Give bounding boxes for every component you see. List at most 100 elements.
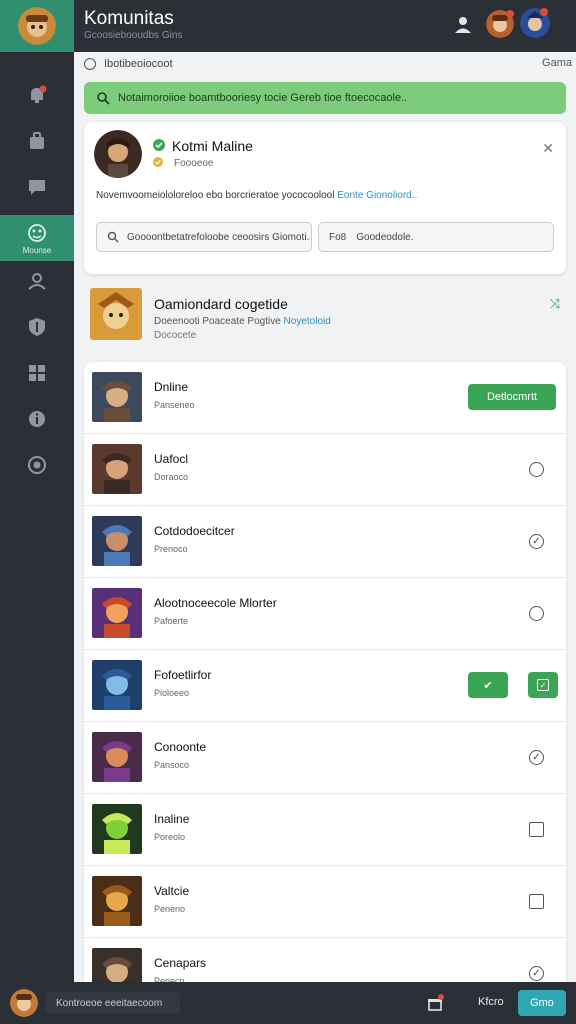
sidebar-item-profile[interactable] [0, 258, 74, 304]
member-avatar [92, 660, 142, 710]
profile-name: Kotmi Maline [172, 138, 253, 154]
message-input-text: Kontroeoe eeeitaecoom [56, 997, 163, 1009]
featured-avatar [90, 288, 142, 340]
checkbox[interactable] [529, 822, 544, 837]
list-item[interactable]: Alootnoceecole Mlorter Pafoerte [84, 578, 566, 650]
list-item[interactable]: Uafocl Doraoco [84, 434, 566, 506]
main-content: Ibotibeoiocoot Gama Notaimoroiioe boamtb… [74, 52, 576, 982]
member-name: Conoonte [154, 740, 207, 754]
field-primary-text: Goooontbetatrefoloobe ceoosirs Giomoti. [127, 231, 310, 243]
featured-subtitle: Doeenooti Poaceate Pogtive Noyetoloid [154, 316, 331, 327]
search-bar[interactable]: Ibotibeoiocoot Gama [84, 54, 572, 74]
field-secondary-prefix: Fo8 [329, 231, 347, 243]
message-input[interactable]: Kontroeoe eeeitaecoom [46, 992, 180, 1014]
list-item[interactable]: Valtcie Peneno [84, 866, 566, 938]
radio-button[interactable] [529, 606, 544, 621]
person-icon [28, 273, 46, 290]
member-status: Pansoco [154, 760, 190, 770]
member-name: Inaline [154, 812, 190, 826]
search-right-label[interactable]: Gama [542, 57, 572, 69]
member-status: Pioloeeo [154, 688, 190, 698]
member-name: Cotdodoecitcer [154, 524, 235, 538]
gift-icon[interactable] [426, 994, 444, 1012]
list-item[interactable]: Cenapars Peneco ✓ [84, 938, 566, 982]
search-icon [84, 58, 96, 70]
sidebar-item-settings[interactable] [0, 442, 74, 488]
member-avatar [92, 588, 142, 638]
community-logo[interactable] [0, 0, 74, 52]
sidebar-item-active[interactable]: Mounse [0, 215, 74, 261]
member-name: Alootnoceecole Mlorter [154, 596, 277, 610]
featured-sub-link[interactable]: Noyetoloid [284, 316, 331, 327]
briefcase-icon [30, 132, 44, 149]
bell-icon [31, 85, 47, 103]
footer-text: Kfcro [478, 996, 504, 1008]
profile-field-primary[interactable]: Goooontbetatrefoloobe ceoosirs Giomoti. [96, 222, 312, 252]
list-item[interactable]: Dnline Panseneo Detlocmrtt [84, 362, 566, 434]
list-item[interactable]: Inaline Poreolo [84, 794, 566, 866]
settings-icon [28, 456, 46, 474]
page-subtitle: Gcoosiebooudbs Gins [84, 30, 183, 41]
member-status: Peneno [154, 904, 186, 914]
profile-avatar [94, 130, 142, 178]
search-icon [97, 92, 110, 105]
member-status: Prenoco [154, 544, 188, 554]
list-item[interactable]: Fofoetlirfor Pioloeeo ✔ ✓ [84, 650, 566, 722]
featured-title: Oamiondard cogetide [154, 296, 288, 312]
description-text: Novemvoomeiololoreloo ebo borcrieratoe y… [96, 190, 335, 201]
community-avatar [18, 7, 56, 45]
verified-icon [153, 139, 165, 151]
radio-button[interactable]: ✓ [529, 966, 544, 981]
info-icon [29, 411, 45, 427]
profile-field-secondary[interactable]: Fo8 Goodeodole. [318, 222, 554, 252]
checkbox-icon: ✓ [537, 679, 549, 691]
member-list: Dnline Panseneo Detlocmrtt Uafocl Doraoco Cot… [84, 362, 566, 982]
page-title: Komunitas [84, 8, 174, 29]
member-status: Poreolo [154, 832, 186, 842]
bottom-bar: Kontroeoe eeeitaecoom Kfcro Gmo [0, 982, 576, 1024]
sidebar-item-grid[interactable] [0, 350, 74, 396]
featured-item[interactable]: Oamiondard cogetide Doeenooti Poaceate P… [84, 284, 566, 344]
checkbox[interactable] [529, 894, 544, 909]
member-name: Dnline [154, 380, 189, 394]
member-status: Pafoerte [154, 616, 189, 626]
featured-sub-text: Doeenooti Poaceate Pogtive [154, 316, 281, 327]
check-icon: ✔ [483, 679, 493, 692]
member-name: Valtcie [154, 884, 190, 898]
member-avatar [92, 948, 142, 982]
member-action-button[interactable]: Detlocmrtt [468, 384, 556, 410]
sidebar-item-chat[interactable] [0, 164, 74, 210]
shuffle-icon[interactable]: ⤨ [550, 296, 560, 312]
member-avatar [92, 804, 142, 854]
go-button[interactable]: Gmo [518, 990, 566, 1016]
profile-card: Kotmi Maline Foooeoe ✕ Novemvoomeiololor… [84, 122, 566, 274]
list-item[interactable]: Conoonte Pansoco ✓ [84, 722, 566, 794]
sidebar-item-jobs[interactable] [0, 118, 74, 164]
profile-subtitle: Foooeoe [174, 158, 214, 169]
chat-icon [29, 180, 45, 195]
list-item[interactable]: Cotdodoecitcer Prenoco ✓ [84, 506, 566, 578]
confirm-button[interactable]: ✔ [468, 672, 508, 698]
member-avatar [92, 516, 142, 566]
close-icon[interactable]: ✕ [542, 140, 554, 157]
sidebar-item-notifications[interactable] [0, 72, 74, 118]
profile-description: Novemvoomeiololoreloo ebo borcrieratoe y… [96, 190, 417, 201]
member-name: Fofoetlirfor [154, 668, 212, 682]
sidebar-item-security[interactable] [0, 304, 74, 350]
notice-text: Notaimoroiioe boamtbooriesy tocie Gereb … [118, 92, 408, 104]
badge-icon [153, 157, 163, 167]
notice-banner[interactable]: Notaimoroiioe boamtbooriesy tocie Gereb … [84, 82, 566, 114]
member-status: Panseneo [154, 400, 195, 410]
radio-button[interactable] [529, 462, 544, 477]
member-status: Doraoco [154, 472, 189, 482]
notification-badge [506, 10, 514, 18]
grid-icon [29, 365, 45, 381]
member-avatar [92, 372, 142, 422]
description-link[interactable]: Eonte Gionoliord.. [337, 190, 417, 201]
radio-button[interactable]: ✓ [529, 750, 544, 765]
sidebar-item-info[interactable] [0, 396, 74, 442]
footer-avatar[interactable] [10, 989, 38, 1017]
select-toggle[interactable]: ✓ [528, 672, 558, 698]
radio-button[interactable]: ✓ [529, 534, 544, 549]
user-icon[interactable] [452, 14, 474, 36]
